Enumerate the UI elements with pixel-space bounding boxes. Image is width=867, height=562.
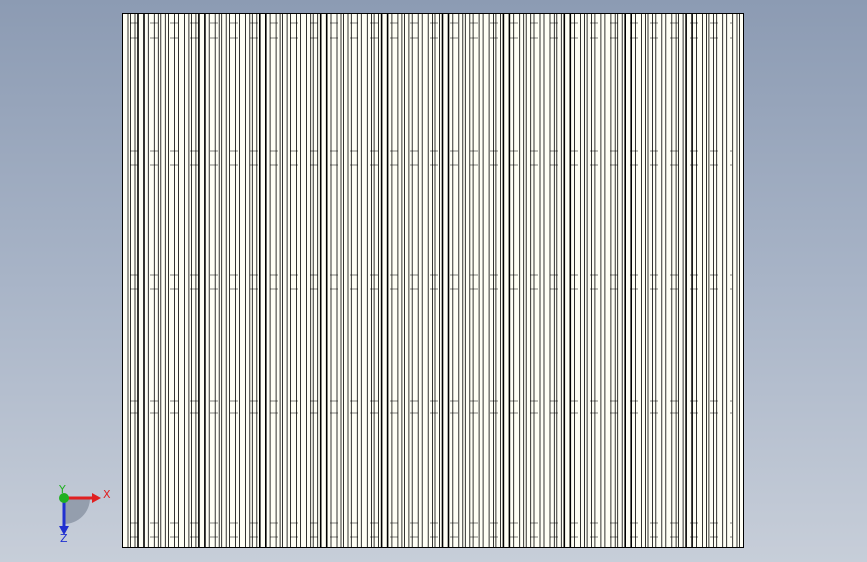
z-axis-label: Z	[60, 532, 68, 545]
x-axis-arrowhead	[92, 493, 101, 503]
axis-triad: X Y Z	[58, 484, 111, 545]
triad-shadow	[64, 498, 90, 524]
y-axis-label: Y	[58, 484, 66, 496]
x-axis-label: X	[103, 488, 111, 501]
model-outline	[122, 13, 744, 548]
graphics-viewport[interactable]: X Y Z	[0, 0, 867, 562]
model-drawing[interactable]	[122, 13, 744, 548]
